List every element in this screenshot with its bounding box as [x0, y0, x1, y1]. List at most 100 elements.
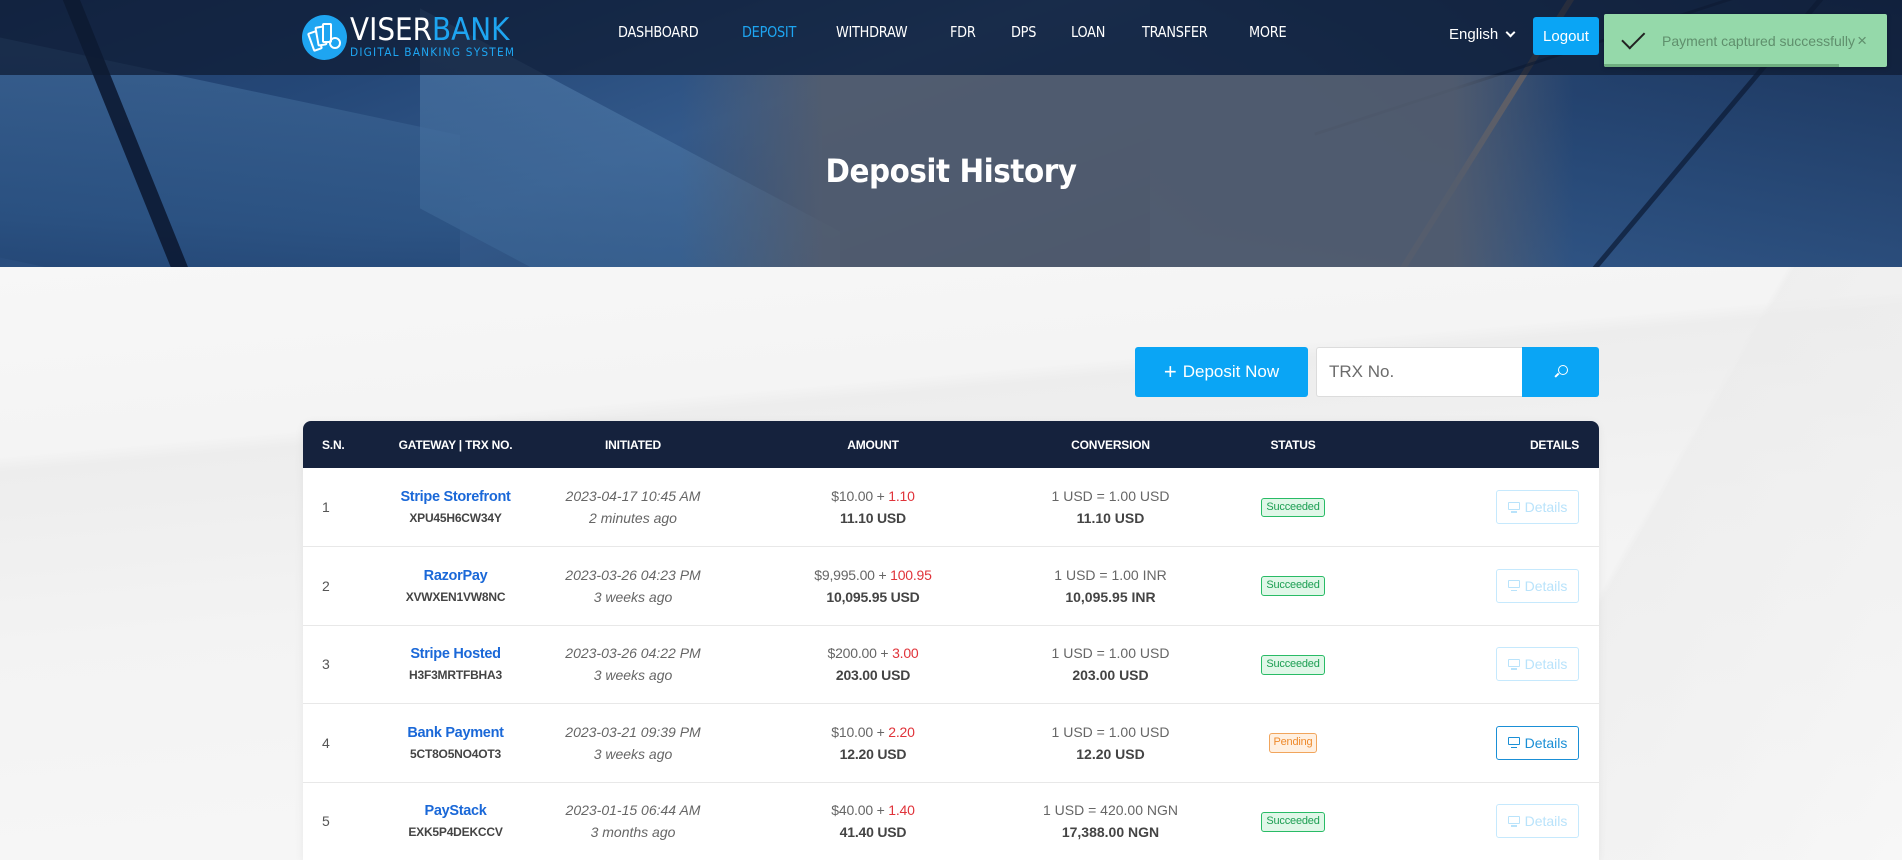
table-row: 3 Stripe Hosted H3F3MRTFBHA3 2023-03-26 …: [303, 625, 1599, 704]
details-label: Details: [1524, 577, 1568, 594]
success-toast: Payment captured successfully ×: [1604, 14, 1887, 67]
initiated-cell: 2023-03-26 04:23 PM 3 weeks ago: [513, 547, 753, 626]
details-button[interactable]: Details: [1496, 725, 1579, 760]
nav-item-dps[interactable]: DPS: [1011, 23, 1036, 41]
trx-number: H3F3MRTFBHA3: [409, 668, 502, 683]
amount-total: 203.00 USD: [835, 667, 911, 684]
row-sn: 1: [322, 499, 330, 515]
conversion-total: 11.10 USD: [1076, 510, 1145, 526]
amount-value: $200.00: [827, 645, 877, 662]
trx-search-input[interactable]: [1316, 347, 1522, 397]
nav-item-loan[interactable]: LOAN: [1071, 23, 1105, 41]
conversion-cell: 1 USD = 1.00 INR 10,095.95 INR: [993, 547, 1228, 626]
status-cell: Succeeded: [1228, 625, 1358, 704]
charge-value: 2.20: [888, 723, 915, 740]
plus-icon: +: [1163, 359, 1177, 384]
chevron-down-icon: [1505, 27, 1516, 38]
amount-cell: $9,995.00 + 100.95 10,095.95 USD: [753, 547, 993, 626]
conversion-cell: 1 USD = 1.00 USD 12.20 USD: [993, 704, 1228, 783]
trx-number: XPU45H6CW34Y: [409, 511, 502, 525]
trx-search-form: [1316, 347, 1599, 397]
table-row: 2 RazorPay XVWXEN1VW8NC 2023-03-26 04:23…: [303, 547, 1599, 626]
details-button[interactable]: Details: [1496, 568, 1579, 603]
monitor-icon: [1507, 737, 1520, 749]
initiated-relative: 3 weeks ago: [593, 667, 673, 684]
charge-value: 100.95: [890, 566, 932, 583]
details-cell: Details: [1358, 625, 1599, 704]
gateway-name: Stripe Storefront: [400, 489, 511, 505]
search-button[interactable]: [1522, 347, 1599, 397]
amount-total: 12.20 USD: [839, 745, 907, 762]
details-label: Details: [1524, 813, 1568, 830]
nav-item-dashboard[interactable]: DASHBOARD: [618, 23, 699, 41]
conversion-total: 12.20 USD: [1076, 745, 1145, 762]
nav-item-more[interactable]: MORE: [1249, 23, 1287, 41]
nav-item-fdr[interactable]: FDR: [950, 23, 976, 41]
initiated-relative: 2 minutes ago: [589, 510, 677, 526]
column-header-amount: Amount: [847, 437, 899, 452]
details-cell: Details: [1358, 704, 1599, 783]
initiated-relative: 3 weeks ago: [593, 745, 673, 762]
amount-value: $40.00: [831, 802, 873, 819]
initiated-relative: 3 weeks ago: [593, 588, 673, 605]
row-sn: 4: [322, 734, 330, 751]
initiated-date: 2023-03-21 09:39 PM: [565, 723, 701, 740]
status-badge: Succeeded: [1261, 654, 1325, 675]
main-nav: DASHBOARD DEPOSIT WITHDRAW FDR DPS LOAN …: [618, 23, 1323, 41]
amount-breakdown: $200.00 + 3.00: [827, 645, 919, 662]
conversion-rate: 1 USD = 420.00 NGN: [1042, 802, 1178, 819]
monitor-icon: [1507, 815, 1520, 827]
search-icon: [1553, 365, 1568, 379]
details-button[interactable]: Details: [1496, 804, 1579, 839]
language-select[interactable]: English: [1449, 26, 1516, 43]
conversion-rate: 1 USD = 1.00 USD: [1051, 488, 1170, 504]
conversion-total: 203.00 USD: [1072, 667, 1149, 684]
row-sn: 3: [322, 656, 330, 673]
nav-item-withdraw[interactable]: WITHDRAW: [836, 23, 908, 41]
brand-tagline: DIGITAL BANKING SYSTEM: [350, 45, 516, 60]
monitor-icon: [1507, 501, 1520, 513]
details-button[interactable]: Details: [1496, 647, 1579, 682]
deposit-history-table: S.N. Gateway | TRX No. Initiated Amount …: [303, 421, 1599, 860]
amount-total: 11.10 USD: [840, 510, 906, 526]
charge-value: 1.40: [888, 802, 915, 819]
column-header-initiated: Initiated: [605, 437, 661, 452]
column-header-sn: S.N.: [322, 437, 345, 452]
deposit-now-button[interactable]: + Deposit Now: [1135, 347, 1308, 397]
brand-logo[interactable]: VISERBANK DIGITAL BANKING SYSTEM: [302, 13, 530, 61]
gateway-cell: PayStack EXK5P4DEKCCV: [398, 782, 513, 860]
row-sn: 5: [322, 813, 330, 830]
check-icon: [1621, 24, 1646, 49]
amount-cell: $10.00 + 1.10 11.10 USD: [753, 468, 993, 547]
amount-value: $10.00: [831, 488, 873, 504]
amount-value: $9,995.00: [814, 566, 875, 583]
status-badge: Succeeded: [1261, 811, 1325, 832]
details-label: Details: [1524, 734, 1568, 751]
gateway-cell: RazorPay XVWXEN1VW8NC: [398, 547, 513, 626]
conversion-total: 10,095.95 INR: [1065, 588, 1156, 605]
conversion-cell: 1 USD = 420.00 NGN 17,388.00 NGN: [993, 782, 1228, 860]
conversion-rate: 1 USD = 1.00 INR: [1054, 566, 1167, 583]
nav-item-deposit[interactable]: DEPOSIT: [742, 23, 796, 41]
logout-button[interactable]: Logout: [1533, 17, 1599, 55]
gateway-cell: Bank Payment 5CT8O5NO4OT3: [398, 704, 513, 783]
close-icon[interactable]: ×: [1857, 31, 1867, 51]
gateway-cell: Stripe Storefront XPU45H6CW34Y: [398, 468, 513, 547]
column-header-details: Details: [1529, 437, 1579, 452]
nav-item-transfer[interactable]: TRANSFER: [1142, 23, 1208, 41]
gateway-name: PayStack: [424, 803, 487, 820]
monitor-icon: [1507, 658, 1520, 670]
initiated-cell: 2023-03-21 09:39 PM 3 weeks ago: [513, 704, 753, 783]
deposit-now-label: Deposit Now: [1182, 362, 1280, 381]
column-header-gateway: Gateway | TRX No.: [398, 437, 513, 452]
amount-breakdown: $10.00 + 1.10: [831, 488, 915, 504]
charge-value: 1.10: [888, 488, 915, 504]
money-logo-icon: [302, 14, 347, 60]
table-row: 4 Bank Payment 5CT8O5NO4OT3 2023-03-21 0…: [303, 704, 1599, 783]
conversion-rate: 1 USD = 1.00 USD: [1051, 723, 1170, 740]
table-row: 1 Stripe Storefront XPU45H6CW34Y 2023-04…: [303, 468, 1599, 547]
amount-breakdown: $9,995.00 + 100.95: [814, 566, 932, 583]
details-button[interactable]: Details: [1496, 490, 1579, 524]
amount-total: 41.40 USD: [839, 824, 907, 841]
conversion-cell: 1 USD = 1.00 USD 11.10 USD: [993, 468, 1228, 547]
